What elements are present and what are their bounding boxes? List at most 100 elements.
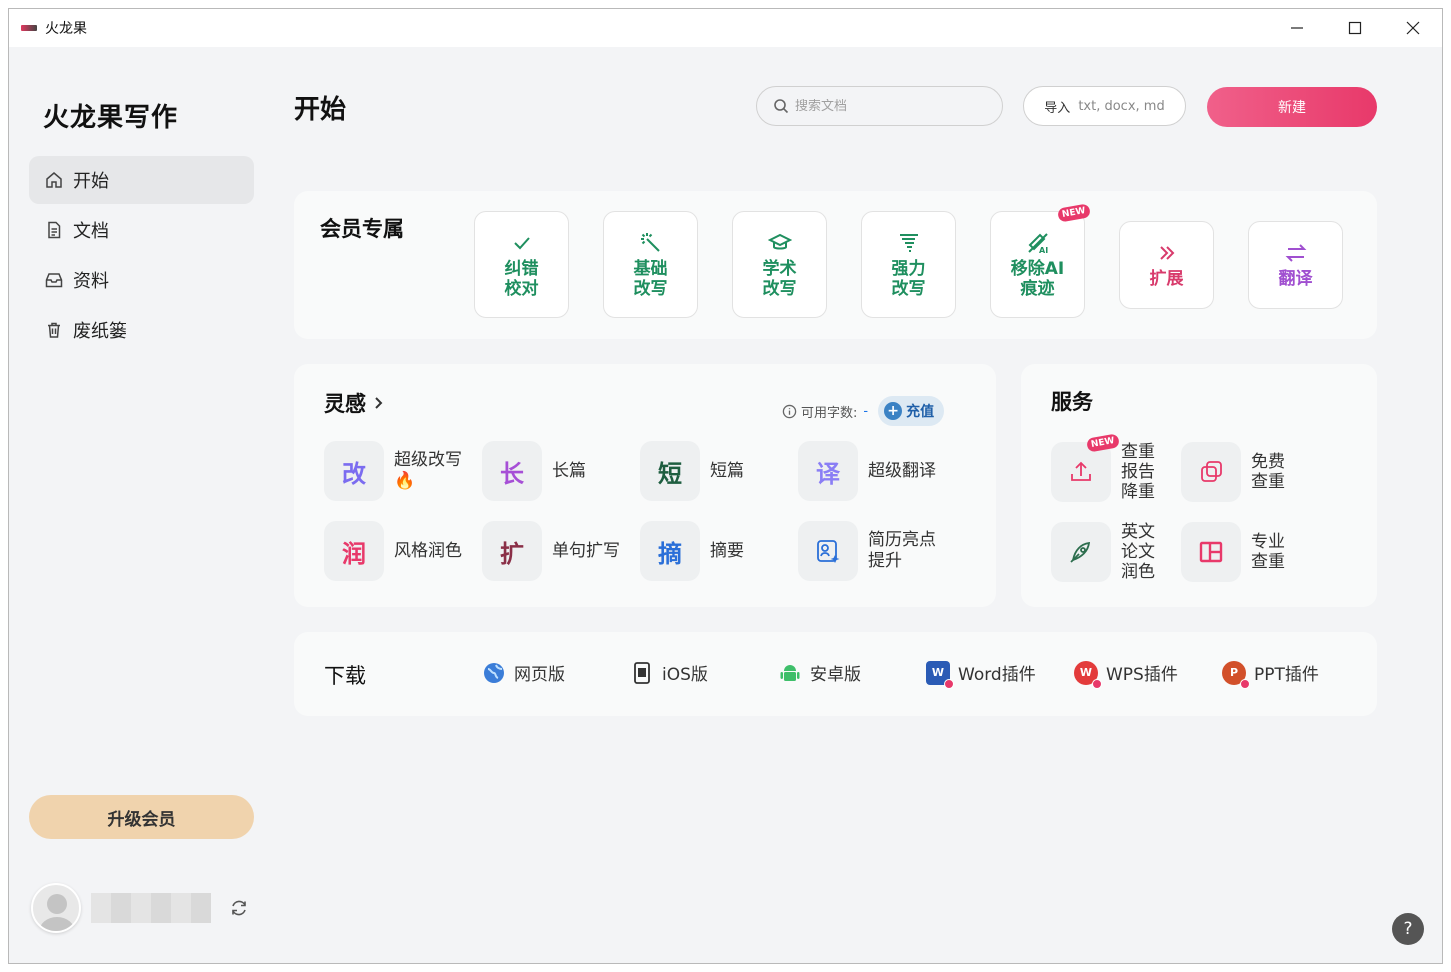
new-badge: NEW <box>1057 203 1091 223</box>
svc-free-check[interactable]: 免费查重 <box>1181 442 1311 502</box>
maximize-button[interactable] <box>1326 9 1384 47</box>
remove-ai-icon: AI <box>1026 231 1050 255</box>
download-label: WPS插件 <box>1106 665 1178 685</box>
word-quota: 可用字数: - + 充值 <box>782 396 945 426</box>
download-wps-plugin[interactable]: W WPS插件 <box>1074 660 1222 689</box>
new-document-button[interactable]: 新建 <box>1207 87 1377 127</box>
download-web[interactable]: 网页版 <box>482 660 630 685</box>
svc-label: 免费查重 <box>1251 452 1285 492</box>
download-label: Word插件 <box>958 665 1036 685</box>
insp-long[interactable]: 长 长篇 <box>482 441 640 501</box>
insp-label: 摘要 <box>710 540 744 561</box>
close-icon <box>1406 21 1420 35</box>
insp-label: 风格润色 <box>394 540 462 561</box>
tile-strong-rewrite[interactable]: 强力改写 <box>861 211 956 318</box>
insp-short[interactable]: 短 短篇 <box>640 441 798 501</box>
tile-expand[interactable]: 扩展 <box>1119 221 1214 309</box>
download-android[interactable]: 安卓版 <box>778 660 926 685</box>
inspiration-title: 灵感 <box>324 392 366 416</box>
word-icon: W <box>926 660 954 689</box>
help-button[interactable]: ? <box>1392 913 1424 945</box>
sidebar-item-trash[interactable]: 废纸篓 <box>29 306 254 354</box>
insp-sentence-expand[interactable]: 扩 单句扩写 <box>482 521 640 581</box>
search-box[interactable] <box>756 86 1003 126</box>
tornado-icon <box>897 231 921 255</box>
app-logo-icon <box>21 25 37 31</box>
recharge-button[interactable]: + 充值 <box>878 396 945 426</box>
minimize-icon <box>1291 27 1303 29</box>
tile-label: 翻译 <box>1278 269 1313 289</box>
insp-summary[interactable]: 摘 摘要 <box>640 521 798 581</box>
new-badge: NEW <box>1086 433 1120 453</box>
insp-style-polish[interactable]: 润 风格润色 <box>324 521 482 581</box>
chip-glyph: 改 <box>324 441 384 501</box>
check-icon <box>510 231 534 255</box>
download-ppt-plugin[interactable]: P PPT插件 <box>1222 660 1362 689</box>
inspiration-grid: 改 超级改写🔥 长 长篇 短 短篇 译 超级翻译 润 风格润色 扩 单句扩写 摘… <box>324 441 978 581</box>
avatar[interactable] <box>31 883 81 933</box>
chip-glyph: 长 <box>482 441 542 501</box>
download-label: 网页版 <box>514 665 565 685</box>
quota-value: - <box>863 403 869 419</box>
window-controls <box>1268 9 1442 47</box>
download-title: 下载 <box>324 664 366 688</box>
sidebar-nav: 开始 文档 资料 废纸篓 <box>29 156 254 356</box>
tile-proofread[interactable]: 纠错校对 <box>474 211 569 318</box>
insp-super-rewrite[interactable]: 改 超级改写🔥 <box>324 441 482 501</box>
tile-label: 基础改写 <box>633 258 668 299</box>
sidebar-item-materials[interactable]: 资料 <box>29 256 254 304</box>
sidebar: 火龙果写作 开始 文档 资料 废纸篓 升级会员 <box>9 47 274 963</box>
sidebar-item-label: 开始 <box>73 171 109 192</box>
app-logo: 火龙果写作 <box>43 103 179 133</box>
sidebar-item-start[interactable]: 开始 <box>29 156 254 204</box>
phone-icon <box>630 661 654 685</box>
insp-label: 单句扩写 <box>552 540 620 561</box>
insp-resume-highlight[interactable]: 简历亮点提升 <box>798 521 978 581</box>
services-card: 服务 NEW 查重报告降重 免费查重 英文论文润色 专业查重 <box>1021 364 1377 607</box>
svc-pro-check[interactable]: 专业查重 <box>1181 522 1311 582</box>
insp-super-translate[interactable]: 译 超级翻译 <box>798 441 978 501</box>
minimize-button[interactable] <box>1268 9 1326 47</box>
magic-wand-icon <box>639 231 663 255</box>
tile-label: 移除AI痕迹 <box>1010 258 1065 299</box>
vip-tiles: 纠错校对 基础改写 学术改写 强力改写 NEW AI 移除AI痕迹 扩展 翻译 <box>474 203 1377 318</box>
services-grid: NEW 查重报告降重 免费查重 英文论文润色 专业查重 <box>1051 433 1311 582</box>
svc-label: 专业查重 <box>1251 532 1285 572</box>
insp-label: 简历亮点提升 <box>868 530 936 571</box>
svc-plagiarism-report[interactable]: NEW 查重报告降重 <box>1051 433 1181 502</box>
sidebar-item-documents[interactable]: 文档 <box>29 206 254 254</box>
sidebar-item-label: 废纸篓 <box>73 321 127 342</box>
insp-label: 长篇 <box>552 460 586 481</box>
quota-label: 可用字数: <box>801 405 858 421</box>
window-title: 火龙果 <box>45 21 87 37</box>
search-icon <box>774 99 789 114</box>
android-icon <box>778 661 802 685</box>
download-ios[interactable]: iOS版 <box>630 660 778 685</box>
resume-sparkle-icon <box>798 521 858 581</box>
info-icon <box>782 404 797 418</box>
import-button[interactable]: 导入 txt, docx, md <box>1023 86 1186 126</box>
inspiration-title-link[interactable]: 灵感 <box>324 388 386 418</box>
quill-icon <box>1051 522 1111 582</box>
svc-label: 查重报告降重 <box>1121 442 1155 502</box>
tile-remove-ai[interactable]: NEW AI 移除AI痕迹 <box>990 203 1091 318</box>
download-word-plugin[interactable]: W Word插件 <box>926 660 1074 689</box>
chip-glyph: 摘 <box>640 521 700 581</box>
tile-translate[interactable]: 翻译 <box>1248 221 1343 309</box>
vip-exclusive-card: 会员专属 纠错校对 基础改写 学术改写 强力改写 NEW AI 移除AI痕迹 扩… <box>294 191 1377 339</box>
download-card: 下载 网页版 iOS版 安卓版 W Word插件 W WPS插件 P PPT插件 <box>294 632 1377 716</box>
plus-icon: + <box>884 402 903 420</box>
home-icon <box>46 172 62 188</box>
tile-academic-rewrite[interactable]: 学术改写 <box>732 211 827 318</box>
close-button[interactable] <box>1384 9 1442 47</box>
tile-label: 纠错校对 <box>504 258 539 299</box>
refresh-icon <box>232 900 246 916</box>
tile-basic-rewrite[interactable]: 基础改写 <box>603 211 698 318</box>
chip-glyph: 扩 <box>482 521 542 581</box>
search-input[interactable] <box>795 98 985 114</box>
switch-account-button[interactable] <box>229 898 249 918</box>
upgrade-membership-button[interactable]: 升级会员 <box>29 795 254 839</box>
download-label: PPT插件 <box>1254 665 1319 685</box>
insp-label: 超级翻译 <box>868 460 936 481</box>
svc-english-polish[interactable]: 英文论文润色 <box>1051 522 1181 582</box>
